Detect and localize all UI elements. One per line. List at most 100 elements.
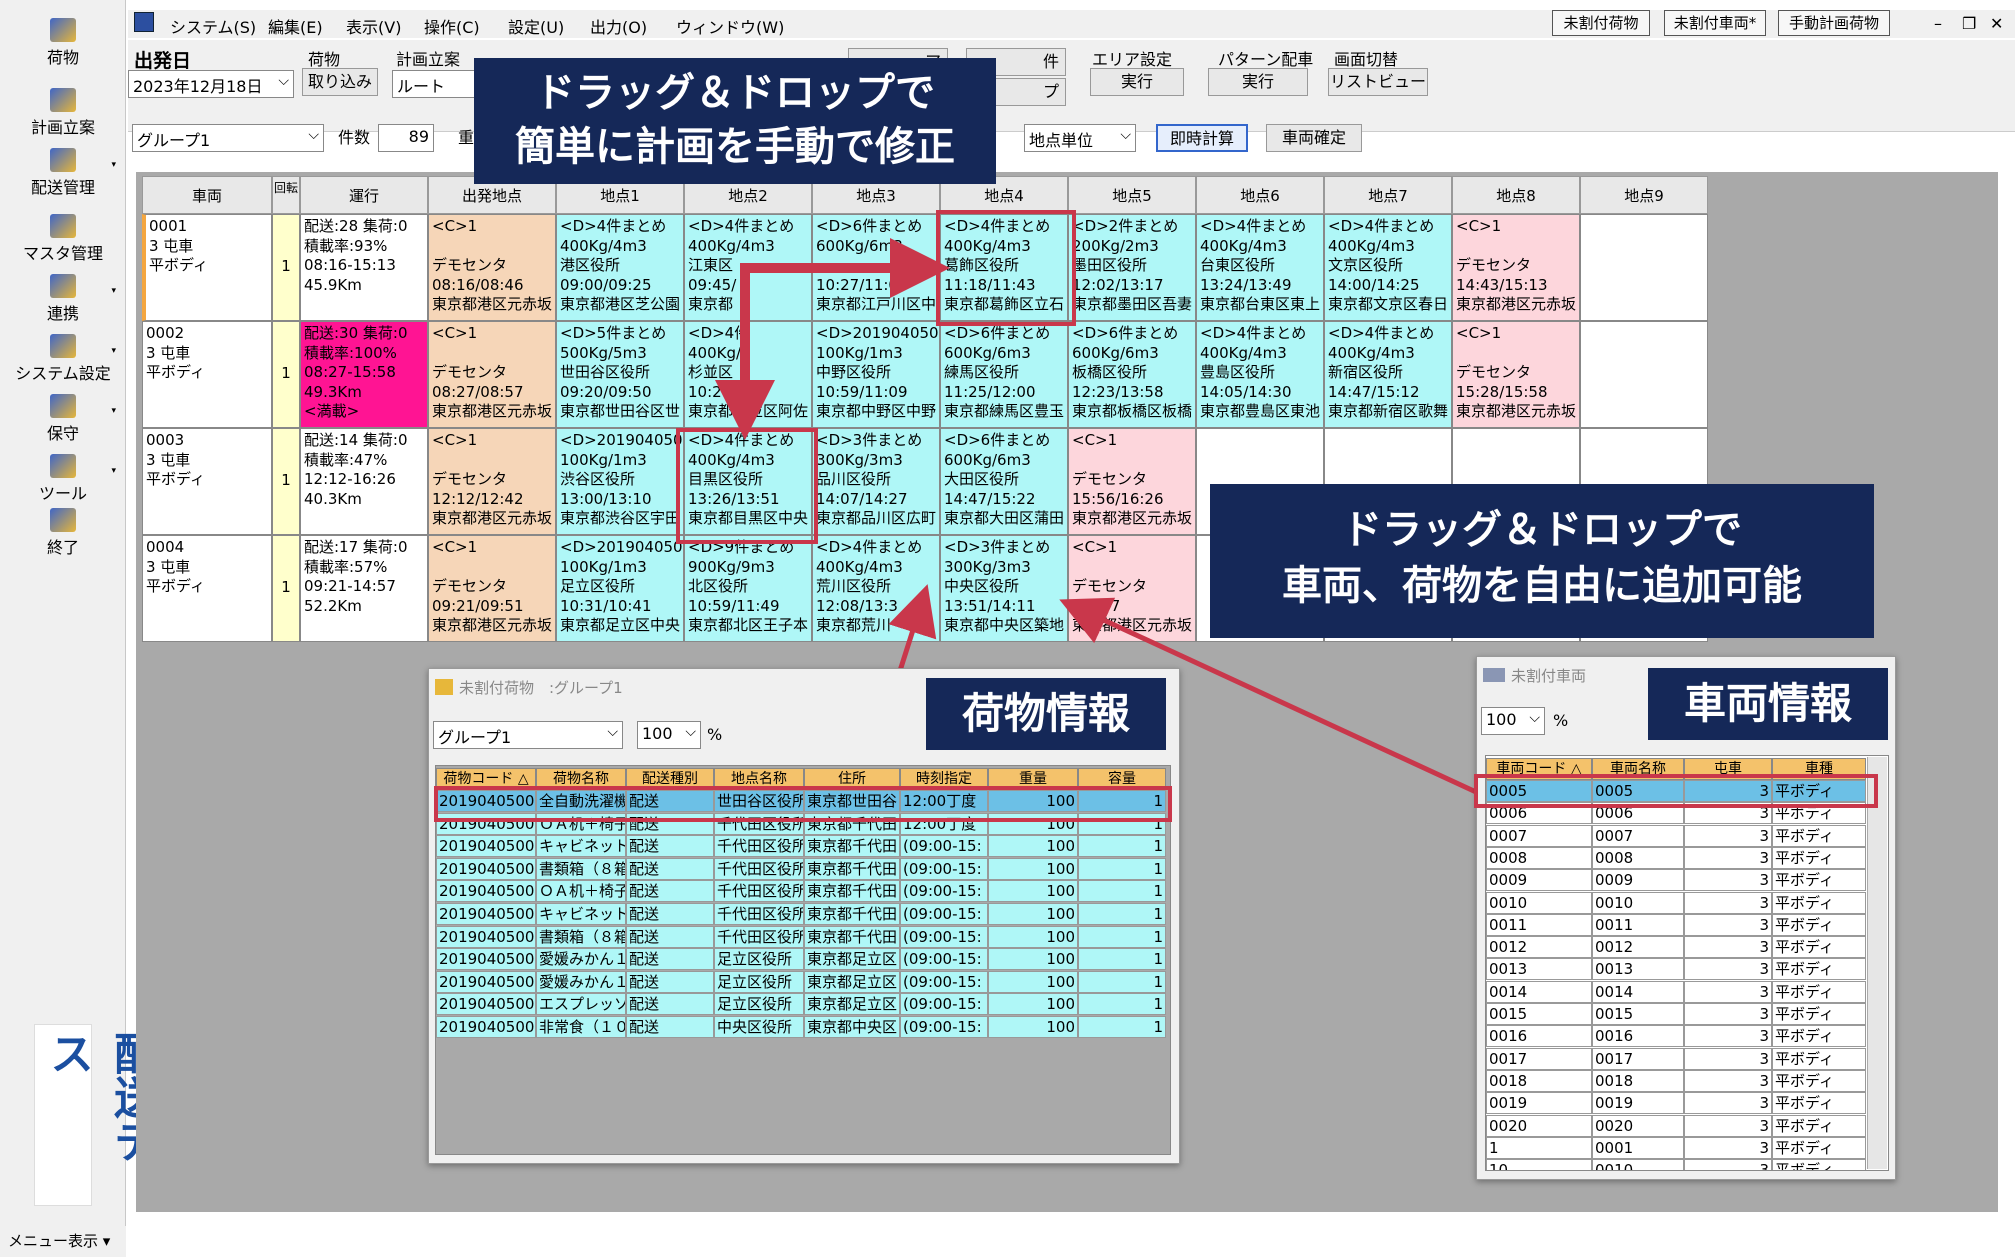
cargo-cell[interactable]: 配送	[626, 903, 714, 925]
cargo-cell[interactable]: 東京都足立区	[804, 948, 900, 971]
cargo-cell[interactable]: 足立区役所	[714, 970, 804, 993]
cargo-cell[interactable]: ＯＡ机＋椅子	[536, 880, 626, 903]
cargo-cell[interactable]: 100	[988, 903, 1078, 925]
vehicle-cell[interactable]: 0019	[1592, 1092, 1684, 1115]
cargo-cell[interactable]: 東京都足立区	[804, 970, 900, 993]
cargo-cell[interactable]: 配送	[626, 970, 714, 993]
vehicle-cell[interactable]: 3	[1684, 846, 1772, 869]
cargo-cell[interactable]: 東京都千代田	[804, 925, 900, 948]
vehicle-cell[interactable]: 3	[1684, 1092, 1772, 1115]
vehicle-cell[interactable]: 平ボディ	[1772, 1025, 1866, 1048]
cargo-cell[interactable]: エスプレッソメー	[536, 993, 626, 1016]
cargo-cell[interactable]: 2019040500	[436, 970, 536, 993]
vehicle-cell[interactable]: 3	[1684, 913, 1772, 936]
vehicle-cell[interactable]: 平ボディ	[1772, 824, 1866, 847]
cargo-cell[interactable]: (09:00-15:	[900, 948, 988, 971]
cargo-cell[interactable]: 配送	[626, 948, 714, 971]
vehicle-cell[interactable]: 平ボディ	[1772, 913, 1866, 936]
vehicle-cell[interactable]: 0018	[1486, 1069, 1592, 1092]
vehicle-cell[interactable]: 0019	[1486, 1092, 1592, 1115]
cargo-cell[interactable]: 100	[988, 880, 1078, 903]
vehicle-cell[interactable]: 平ボディ	[1772, 1159, 1866, 1170]
cargo-cell[interactable]: 1	[1078, 925, 1166, 948]
cargo-cell[interactable]: 100	[988, 993, 1078, 1016]
cargo-cell[interactable]: (09:00-15:	[900, 903, 988, 925]
vehicle-cell[interactable]: 0015	[1486, 1003, 1592, 1025]
vehicle-cell[interactable]: 3	[1684, 1159, 1772, 1170]
cargo-cell[interactable]: 100	[988, 1016, 1078, 1038]
vehicle-cell[interactable]: 0007	[1486, 824, 1592, 847]
cargo-cell[interactable]: 2019040500	[436, 1016, 536, 1038]
cargo-cell[interactable]: 東京都中央区	[804, 1016, 900, 1038]
cargo-cell[interactable]: 配送	[626, 925, 714, 948]
cargo-cell[interactable]: 非常食（１０	[536, 1016, 626, 1038]
vehicle-cell[interactable]: 平ボディ	[1772, 846, 1866, 869]
vehicle-cell[interactable]: 0009	[1592, 869, 1684, 892]
cargo-cell[interactable]: 2019040500	[436, 925, 536, 948]
vehicle-cell[interactable]: 3	[1684, 936, 1772, 959]
cargo-cell[interactable]: 愛媛みかん１	[536, 948, 626, 971]
vehicle-cell[interactable]: 3	[1684, 1136, 1772, 1159]
vehicle-cell[interactable]: 0018	[1592, 1069, 1684, 1092]
vehicle-cell[interactable]: 3	[1684, 980, 1772, 1003]
vehicle-cell[interactable]: 平ボディ	[1772, 936, 1866, 959]
cargo-cell[interactable]: 100	[988, 835, 1078, 858]
vehicle-cell[interactable]: 0010	[1592, 1159, 1684, 1170]
vehicle-cell[interactable]: 3	[1684, 869, 1772, 892]
cargo-cell[interactable]: (09:00-15:	[900, 970, 988, 993]
vehicle-cell[interactable]: 0016	[1486, 1025, 1592, 1048]
vehicle-cell[interactable]: 1	[1486, 1136, 1592, 1159]
vehicle-cell[interactable]: 0013	[1486, 958, 1592, 981]
cargo-cell[interactable]: 2019040500	[436, 857, 536, 880]
vehicle-cell[interactable]: 0012	[1592, 936, 1684, 959]
cargo-cell[interactable]: (09:00-15:	[900, 857, 988, 880]
vehicle-cell[interactable]: 0012	[1486, 936, 1592, 959]
vehicle-percent-select[interactable]: 100 ⌵	[1481, 707, 1545, 735]
vehicle-cell[interactable]: 3	[1684, 1003, 1772, 1025]
cargo-cell[interactable]: (09:00-15:	[900, 925, 988, 948]
vehicle-cell[interactable]: 0015	[1592, 1003, 1684, 1025]
vehicle-cell[interactable]: 0013	[1592, 958, 1684, 981]
vehicle-cell[interactable]: 0017	[1486, 1047, 1592, 1070]
vehicle-cell[interactable]: 平ボディ	[1772, 891, 1866, 914]
cargo-cell[interactable]: 配送	[626, 1016, 714, 1038]
cargo-cell[interactable]: 100	[988, 857, 1078, 880]
vehicle-cell[interactable]: 3	[1684, 1069, 1772, 1092]
cargo-cell[interactable]: 100	[988, 925, 1078, 948]
vehicle-cell[interactable]: 0008	[1592, 846, 1684, 869]
vehicle-cell[interactable]: 0010	[1592, 891, 1684, 914]
vehicle-cell[interactable]: 平ボディ	[1772, 1114, 1866, 1137]
vehicle-cell[interactable]: 3	[1684, 891, 1772, 914]
cargo-cell[interactable]: 千代田区役所	[714, 925, 804, 948]
cargo-cell[interactable]: 千代田区役所	[714, 880, 804, 903]
vehicle-cell[interactable]: 0016	[1592, 1025, 1684, 1048]
cargo-cell[interactable]: 配送	[626, 835, 714, 858]
cargo-cell[interactable]: 足立区役所	[714, 948, 804, 971]
vehicle-cell[interactable]: 10	[1486, 1159, 1592, 1170]
cargo-cell[interactable]: (09:00-15:	[900, 880, 988, 903]
vehicle-cell[interactable]: 平ボディ	[1772, 869, 1866, 892]
cargo-cell[interactable]: 足立区役所	[714, 993, 804, 1016]
cargo-cell[interactable]: 100	[988, 948, 1078, 971]
cargo-cell[interactable]: 中央区役所	[714, 1016, 804, 1038]
vehicle-cell[interactable]: 3	[1684, 1025, 1772, 1048]
cargo-cell[interactable]: キャビネット（	[536, 903, 626, 925]
cargo-cell[interactable]: 1	[1078, 970, 1166, 993]
cargo-cell[interactable]: 1	[1078, 857, 1166, 880]
cargo-cell[interactable]: 東京都千代田	[804, 835, 900, 858]
cargo-cell[interactable]: 1	[1078, 993, 1166, 1016]
vehicle-cell[interactable]: 平ボディ	[1772, 1047, 1866, 1070]
vehicle-cell[interactable]: 3	[1684, 824, 1772, 847]
cargo-cell[interactable]: 1	[1078, 1016, 1166, 1038]
vehicle-cell[interactable]: 平ボディ	[1772, 1003, 1866, 1025]
vehicle-cell[interactable]: 0009	[1486, 869, 1592, 892]
cargo-cell[interactable]: 2019040500	[436, 880, 536, 903]
vehicle-cell[interactable]: 0008	[1486, 846, 1592, 869]
cargo-cell[interactable]: 東京都足立区	[804, 993, 900, 1016]
cargo-cell[interactable]: 1	[1078, 835, 1166, 858]
cargo-cell[interactable]: 千代田区役所	[714, 835, 804, 858]
vehicle-cell[interactable]: 0014	[1592, 980, 1684, 1003]
cargo-cell[interactable]: 書類箱（８箱	[536, 925, 626, 948]
vehicle-cell[interactable]: 平ボディ	[1772, 958, 1866, 981]
cargo-cell[interactable]: 2019040500	[436, 903, 536, 925]
